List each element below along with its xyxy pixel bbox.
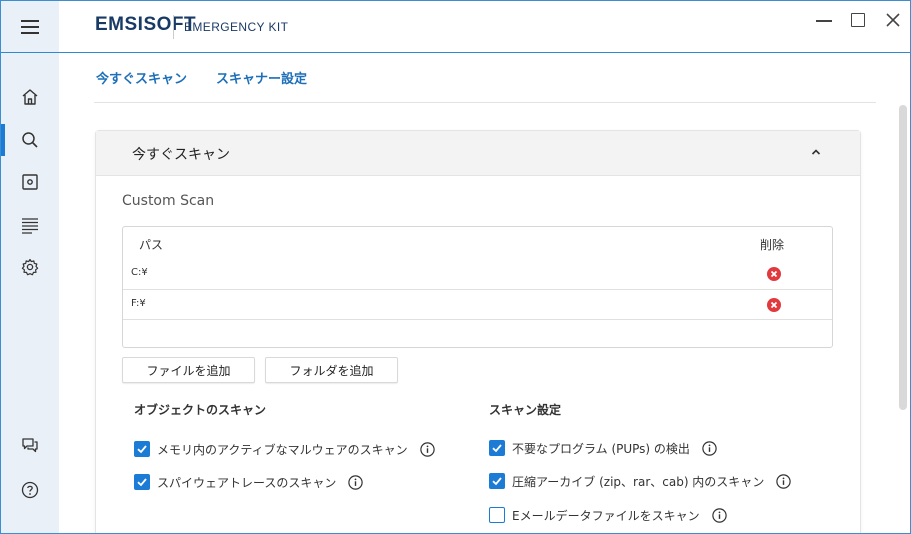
maximize-icon xyxy=(851,13,865,27)
minimize-icon xyxy=(816,20,832,22)
search-icon xyxy=(22,132,38,148)
option-spyware-scan[interactable]: スパイウェアトレースのスキャン xyxy=(134,473,364,491)
tab-scanner-settings[interactable]: スキャナー設定 xyxy=(216,68,307,87)
info-icon[interactable] xyxy=(348,474,364,490)
table-row[interactable]: C:¥ xyxy=(123,259,832,289)
help-icon xyxy=(21,481,39,499)
scrollbar[interactable] xyxy=(899,105,907,410)
maximize-button[interactable] xyxy=(845,9,871,31)
app-window: EMSISOFT EMERGENCY KIT 今すぐスキャン スキャナー設定 今… xyxy=(0,0,911,534)
settings-section-title: スキャン設定 xyxy=(489,403,562,417)
option-label: 不要なプログラム (PUPs) の検出 xyxy=(512,441,690,456)
option-archive-scan[interactable]: 圧縮アーカイブ (zip、rar、cab) 内のスキャン xyxy=(489,472,792,490)
option-pups-detection[interactable]: 不要なプログラム (PUPs) の検出 xyxy=(489,439,717,457)
option-label: Eメールデータファイルをスキャン xyxy=(512,508,700,523)
check-icon xyxy=(492,444,502,453)
option-email-scan[interactable]: Eメールデータファイルをスキャン xyxy=(489,506,727,524)
sidebar-item-home[interactable] xyxy=(1,80,59,114)
delete-icon[interactable] xyxy=(767,298,781,312)
logs-icon xyxy=(22,218,38,234)
panel-title: 今すぐスキャン xyxy=(132,147,230,163)
info-icon[interactable] xyxy=(702,440,717,456)
row-divider xyxy=(123,319,832,320)
table-row[interactable]: F:¥ xyxy=(123,289,832,319)
sidebar-item-logs[interactable] xyxy=(1,208,59,242)
product-name: EMERGENCY KIT xyxy=(184,20,289,34)
checkbox-checked[interactable] xyxy=(134,474,150,490)
feedback-icon xyxy=(22,438,38,453)
close-button[interactable] xyxy=(880,9,906,31)
option-label: スパイウェアトレースのスキャン xyxy=(157,475,337,490)
checkbox-checked[interactable] xyxy=(134,441,150,457)
check-icon xyxy=(137,445,147,454)
delete-icon[interactable] xyxy=(767,267,781,281)
app-logo: EMSISOFT xyxy=(95,14,197,35)
chevron-up-icon[interactable] xyxy=(809,145,823,159)
sidebar-item-scan[interactable] xyxy=(1,123,59,157)
menu-button[interactable] xyxy=(1,1,59,52)
main-content: 今すぐスキャン スキャナー設定 今すぐスキャン Custom Scan パス 削… xyxy=(59,53,910,533)
checkbox-checked[interactable] xyxy=(489,473,505,489)
checkbox-checked[interactable] xyxy=(489,440,505,456)
hamburger-icon xyxy=(21,19,39,34)
gear-icon xyxy=(21,258,39,276)
sidebar-item-settings[interactable] xyxy=(1,250,59,284)
quarantine-icon xyxy=(22,174,38,190)
path-cell: C:¥ xyxy=(131,267,148,278)
sidebar-item-feedback[interactable] xyxy=(1,429,59,463)
close-icon xyxy=(886,13,900,27)
tab-scan-now[interactable]: 今すぐスキャン xyxy=(96,68,187,87)
info-icon[interactable] xyxy=(711,507,727,523)
info-icon[interactable] xyxy=(419,441,435,457)
option-memory-scan[interactable]: メモリ内のアクティブなマルウェアのスキャン xyxy=(134,440,435,458)
scan-name: Custom Scan xyxy=(122,193,215,209)
column-header-path: パス xyxy=(139,238,164,252)
check-icon xyxy=(137,478,147,487)
panel-header[interactable]: 今すぐスキャン xyxy=(96,131,860,176)
logo-divider xyxy=(173,15,174,39)
path-table: パス 削除 C:¥ F:¥ xyxy=(122,226,833,348)
scan-panel: 今すぐスキャン Custom Scan パス 削除 C:¥ F:¥ ファイルを追… xyxy=(95,130,861,533)
objects-section-title: オブジェクトのスキャン xyxy=(134,403,267,417)
path-cell: F:¥ xyxy=(131,298,146,309)
column-header-delete: 削除 xyxy=(760,238,785,252)
option-label: メモリ内のアクティブなマルウェアのスキャン xyxy=(157,442,408,457)
minimize-button[interactable] xyxy=(811,9,837,31)
sidebar-item-quarantine[interactable] xyxy=(1,165,59,199)
add-file-button[interactable]: ファイルを追加 xyxy=(122,357,255,383)
title-bar: EMSISOFT EMERGENCY KIT xyxy=(1,1,910,53)
add-folder-button[interactable]: フォルダを追加 xyxy=(265,357,398,383)
sidebar xyxy=(1,53,59,533)
info-icon[interactable] xyxy=(776,473,792,489)
tab-divider xyxy=(94,102,876,103)
checkbox-unchecked[interactable] xyxy=(489,507,505,523)
option-label: 圧縮アーカイブ (zip、rar、cab) 内のスキャン xyxy=(512,474,765,489)
sidebar-item-help[interactable] xyxy=(1,473,59,507)
home-icon xyxy=(22,89,38,105)
check-icon xyxy=(492,477,502,486)
